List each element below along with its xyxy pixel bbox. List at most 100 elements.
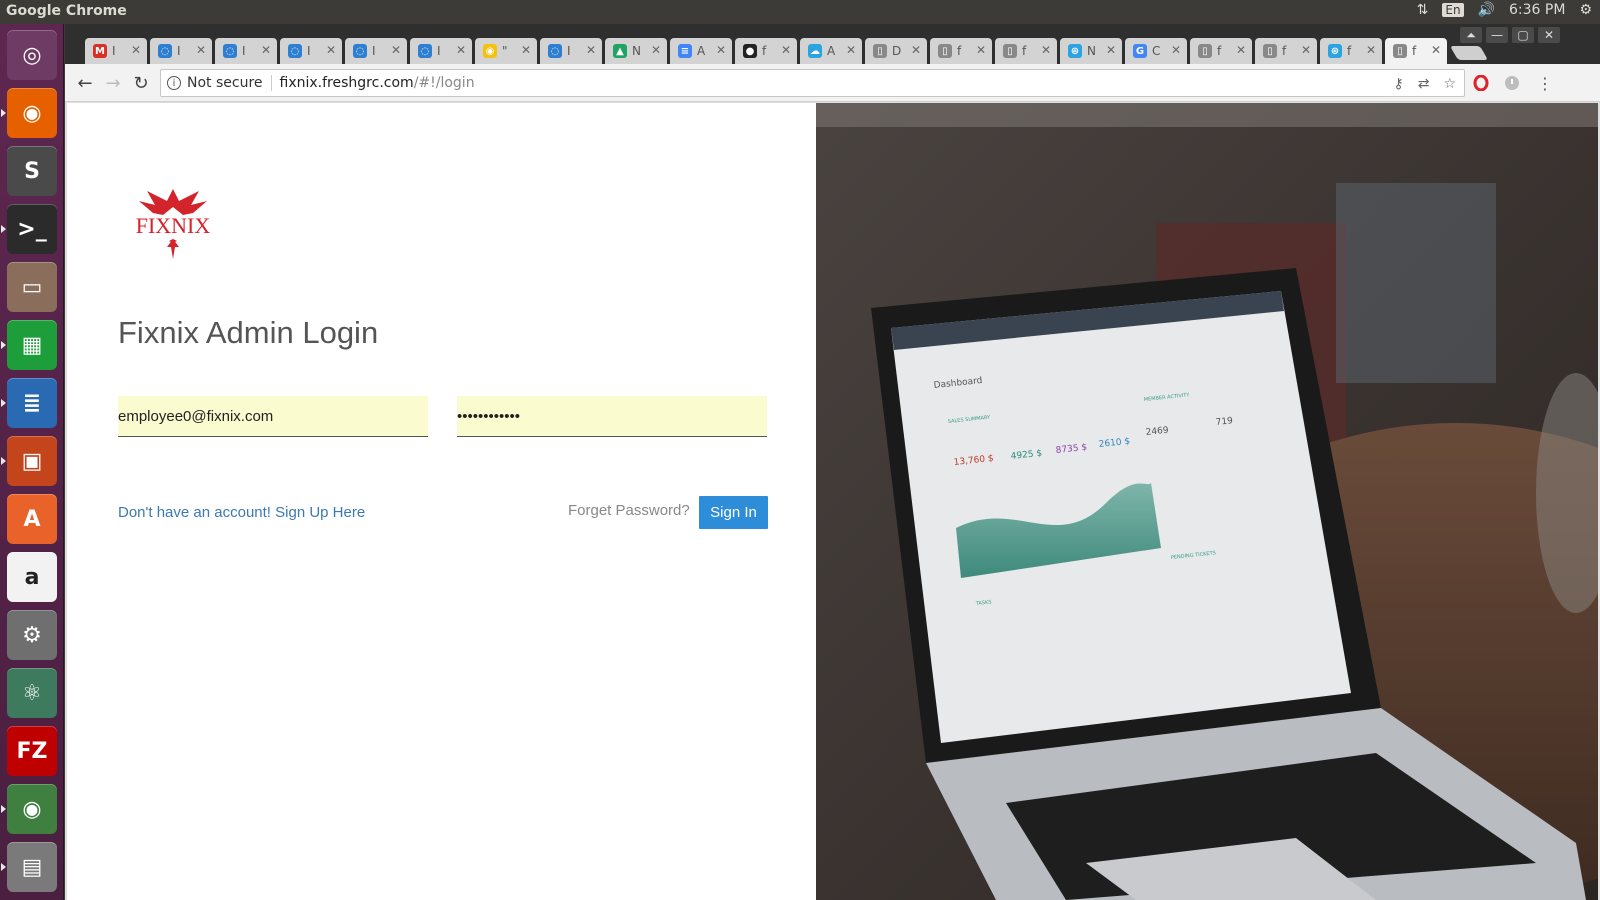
tab-close-icon[interactable]: ✕ [326,43,336,57]
tab-close-icon[interactable]: ✕ [391,43,401,57]
tab-close-icon[interactable]: ✕ [1171,43,1181,57]
password-field[interactable]: •••••••••••• [457,396,767,437]
browser-tab[interactable]: ◌ I ✕ [345,38,407,64]
browser-tab[interactable]: G C ✕ [1125,38,1187,64]
chrome-icon[interactable]: ◉ [7,784,57,834]
tab-close-icon[interactable]: ✕ [1106,43,1116,57]
browser-tab[interactable]: M I ✕ [85,38,147,64]
reload-icon[interactable]: ↻ [129,72,153,94]
volume-icon[interactable]: 🔊 [1478,2,1495,18]
sign-in-button[interactable]: Sign In [699,496,768,529]
tab-close-icon[interactable]: ✕ [521,43,531,57]
new-tab-button[interactable] [1449,46,1489,60]
tab-title: f [762,44,767,58]
libreoffice-impress-icon[interactable]: ▣ [7,436,57,486]
tab-active[interactable]: ▯ f ✕ [1385,38,1447,64]
translate-icon[interactable]: ⇄ [1418,76,1430,92]
browser-tab[interactable]: ⊛ N ✕ [1060,38,1122,64]
amazon-icon[interactable]: a [7,552,57,602]
clock[interactable]: 6:36 PM [1509,2,1565,18]
tab-close-icon[interactable]: ✕ [716,43,726,57]
security-label[interactable]: Not secure [187,75,263,91]
tab-close-icon[interactable]: ✕ [1301,43,1311,57]
browser-tab[interactable]: ◌ I ✕ [410,38,472,64]
bookmark-star-icon[interactable]: ☆ [1443,76,1456,92]
tab-close-icon[interactable]: ✕ [196,43,206,57]
browser-tab[interactable]: ◌ I ✕ [540,38,602,64]
keyboard-language-indicator[interactable]: En [1442,3,1464,17]
tab-close-icon[interactable]: ✕ [911,43,921,57]
tab-favicon-icon: ● [743,44,757,58]
power-extension-icon[interactable] [1502,73,1522,93]
browser-tab[interactable]: ☁ A ✕ [800,38,862,64]
address-bar[interactable]: i Not secure fixnix.freshgrc.com/#!/logi… [160,69,1465,97]
profile-icon[interactable]: ⏶ [1460,27,1482,43]
tab-favicon-icon: ▲ [613,44,627,58]
close-window-button[interactable]: ✕ [1538,27,1560,43]
maximize-button[interactable]: ▢ [1512,27,1534,43]
forward-arrow-icon[interactable]: → [101,72,125,94]
tab-title: " [502,44,508,58]
page-viewport: FIXNIX Fixnix Admin Login employee0@fixn… [67,103,1598,900]
session-gear-icon[interactable]: ⚙ [1579,2,1592,18]
tab-close-icon[interactable]: ✕ [846,43,856,57]
scanner-icon[interactable]: ▤ [7,842,57,892]
browser-tab[interactable]: ▲ N ✕ [605,38,667,64]
tab-close-icon[interactable]: ✕ [1431,43,1441,57]
browser-tab[interactable]: ▯ f ✕ [930,38,992,64]
tab-close-icon[interactable]: ✕ [976,43,986,57]
ubuntu-dash-icon[interactable]: ◎ [7,30,57,80]
tab-close-icon[interactable]: ✕ [586,43,596,57]
browser-tab[interactable]: ● f ✕ [735,38,797,64]
forget-password-link[interactable]: Forget Password? [568,502,690,519]
browser-tab[interactable]: ▯ f ✕ [1190,38,1252,64]
info-icon[interactable]: i [167,76,181,90]
browser-tab[interactable]: ◉ " ✕ [475,38,537,64]
tab-close-icon[interactable]: ✕ [456,43,466,57]
opera-extension-icon[interactable] [1471,73,1491,93]
omnibox-divider [270,75,272,91]
atom-icon[interactable]: ⚛ [7,668,57,718]
filezilla-icon[interactable]: FZ [7,726,57,776]
system-settings-icon[interactable]: ⚙ [7,610,57,660]
minimize-button[interactable]: — [1486,27,1508,43]
browser-tab[interactable]: ▯ f ✕ [1255,38,1317,64]
tab-favicon-icon: ⊛ [1328,44,1342,58]
tab-close-icon[interactable]: ✕ [131,43,141,57]
files-icon[interactable]: ▭ [7,262,57,312]
network-transfer-icon[interactable]: ⇅ [1417,2,1429,18]
signup-link[interactable]: Don't have an account! Sign Up Here [118,504,365,521]
tab-close-icon[interactable]: ✕ [1041,43,1051,57]
tab-close-icon[interactable]: ✕ [261,43,271,57]
browser-tab[interactable]: ≡ A ✕ [670,38,732,64]
tab-title: N [1087,44,1096,58]
libreoffice-calc-icon[interactable]: ▦ [7,320,57,370]
firefox-icon[interactable]: ◉ [7,88,57,138]
browser-tab[interactable]: ◌ I ✕ [280,38,342,64]
tab-title: C [1152,44,1161,58]
omnibox-actions: ⚷ ⇄ ☆ [1393,76,1456,92]
tab-favicon-icon: ▯ [873,44,887,58]
tab-close-icon[interactable]: ✕ [781,43,791,57]
browser-tab[interactable]: ◌ I ✕ [215,38,277,64]
tab-favicon-icon: ◌ [548,44,562,58]
email-field[interactable]: employee0@fixnix.com [118,396,428,437]
tab-close-icon[interactable]: ✕ [1366,43,1376,57]
browser-tab[interactable]: ◌ I ✕ [150,38,212,64]
tab-close-icon[interactable]: ✕ [651,43,661,57]
url-path[interactable]: /#!/login [414,75,475,91]
software-center-icon[interactable]: A [7,494,57,544]
libreoffice-writer-icon[interactable]: ≣ [7,378,57,428]
terminal-icon[interactable]: >_ [7,204,57,254]
logo-wordmark: FIXNIX [136,213,211,238]
back-arrow-icon[interactable]: ← [73,72,97,94]
running-app-indicator [1,341,6,349]
browser-tab[interactable]: ⊛ f ✕ [1320,38,1382,64]
chrome-menu-icon[interactable]: ⋮ [1535,73,1555,93]
key-icon[interactable]: ⚷ [1393,76,1403,92]
tab-close-icon[interactable]: ✕ [1236,43,1246,57]
url-host[interactable]: fixnix.freshgrc.com [280,75,414,91]
browser-tab[interactable]: ▯ f ✕ [995,38,1057,64]
sublime-text-icon[interactable]: S [7,146,57,196]
browser-tab[interactable]: ▯ D ✕ [865,38,927,64]
